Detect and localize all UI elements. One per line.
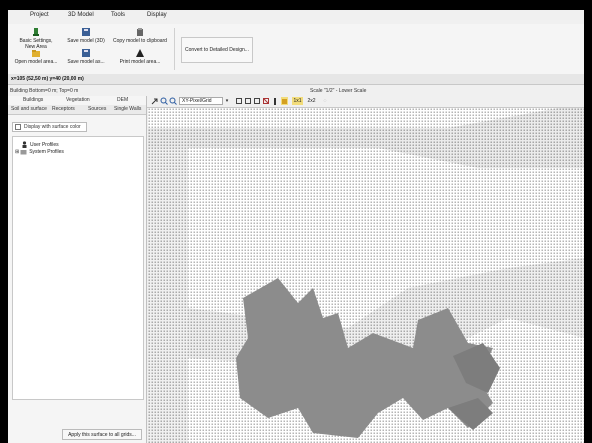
view-mode-dropdown[interactable]: XY-Pixel/Grid (179, 97, 223, 105)
user-profile-icon (22, 141, 27, 148)
basic-settings-button[interactable]: Basic Settings, New Area (14, 27, 58, 50)
copy-model-button[interactable]: Copy model to clipboard (112, 27, 168, 44)
tab-soil-and-surface[interactable]: Soil and surface (11, 106, 47, 112)
tree-item-user-profiles[interactable]: User Profiles (21, 141, 59, 148)
print-model-button[interactable]: Print model area... (112, 48, 168, 65)
profile-tree: User Profiles ⊞ System Profiles (12, 136, 144, 400)
grid-surface-map (148, 108, 584, 443)
tab-vegetation[interactable]: Vegetation (66, 97, 90, 103)
zoom-in-icon[interactable] (160, 97, 168, 105)
panel-tabs-row-1: Buildings Vegetation DEM (8, 96, 146, 105)
save-model-3d-button[interactable]: Save model (3D) (66, 27, 106, 44)
panel-tabs-row-2: Soil and surface Receptors Sources Singl… (8, 105, 146, 115)
display-surface-color-checkbox[interactable]: Display with surface color (12, 122, 87, 132)
expand-icon[interactable]: ⊞ (15, 149, 19, 155)
left-panel: Buildings Vegetation DEM Soil and surfac… (8, 96, 147, 443)
chevron-down-icon[interactable]: ▾ (224, 97, 230, 105)
scale-info: Scale "1/2" - Lower Scale (310, 88, 367, 94)
save-model-as-button[interactable]: Save model as... (66, 48, 106, 65)
ribbon-separator (174, 28, 175, 70)
app-window: Project 3D Model Tools Display Basic Set… (8, 10, 584, 443)
delete-tool-icon[interactable] (262, 97, 269, 105)
checkbox-box[interactable] (15, 124, 21, 130)
grid-2x2-button[interactable]: 2x2 (306, 97, 317, 105)
menu-tab-display[interactable]: Display (147, 12, 167, 18)
building-height-info: Building Bottom=0 m; Top=0 m (10, 88, 79, 94)
menu-tab-tools[interactable]: Tools (111, 12, 125, 18)
tree-item-system-profiles[interactable]: ⊞ System Profiles (15, 148, 64, 155)
settings-icon (33, 28, 39, 36)
print-icon (136, 49, 144, 57)
save-icon (82, 28, 90, 36)
clipboard-icon (137, 28, 143, 36)
surface-band-left (148, 148, 188, 443)
menu-tab-3d-model[interactable]: 3D Model (68, 12, 94, 18)
refresh-icon[interactable]: ◌ (321, 97, 329, 105)
square-tool-3-icon[interactable] (253, 97, 260, 105)
zoom-out-icon[interactable] (169, 97, 177, 105)
tab-dem[interactable]: DEM (117, 97, 128, 103)
grid-1x1-button[interactable]: 1x1 (292, 97, 303, 105)
pan-icon[interactable] (150, 97, 158, 105)
tab-receptors[interactable]: Receptors (52, 106, 75, 112)
menu-tab-project[interactable]: Project (30, 12, 49, 18)
tab-sources[interactable]: Sources (88, 106, 106, 112)
highlight-tool-icon[interactable] (281, 97, 288, 105)
marker-icon[interactable] (272, 97, 278, 105)
open-folder-icon (32, 50, 40, 57)
apply-surface-all-grids-button[interactable]: Apply this surface to all grids... (62, 429, 142, 440)
ribbon: Basic Settings, New Area Open model area… (8, 24, 584, 75)
tab-single-walls[interactable]: Single Walls (114, 106, 141, 112)
square-tool-1-icon[interactable] (235, 97, 242, 105)
open-model-button[interactable]: Open model area... (14, 48, 58, 65)
menu-bar: Project 3D Model Tools Display (8, 10, 584, 25)
convert-detailed-design-button[interactable]: Convert to Detailed Design... (181, 37, 253, 63)
model-grid-canvas[interactable] (148, 108, 584, 443)
folder-icon (20, 150, 27, 155)
view-toolbar: XY-Pixel/Grid ▾ 1x1 2x2 ◌ (147, 96, 584, 108)
tab-buildings[interactable]: Buildings (23, 97, 43, 103)
square-tool-2-icon[interactable] (244, 97, 251, 105)
save-as-icon (82, 49, 90, 57)
coordinates-readout: x=105 (52,50 m) y=40 (20,00 m) (8, 74, 584, 85)
